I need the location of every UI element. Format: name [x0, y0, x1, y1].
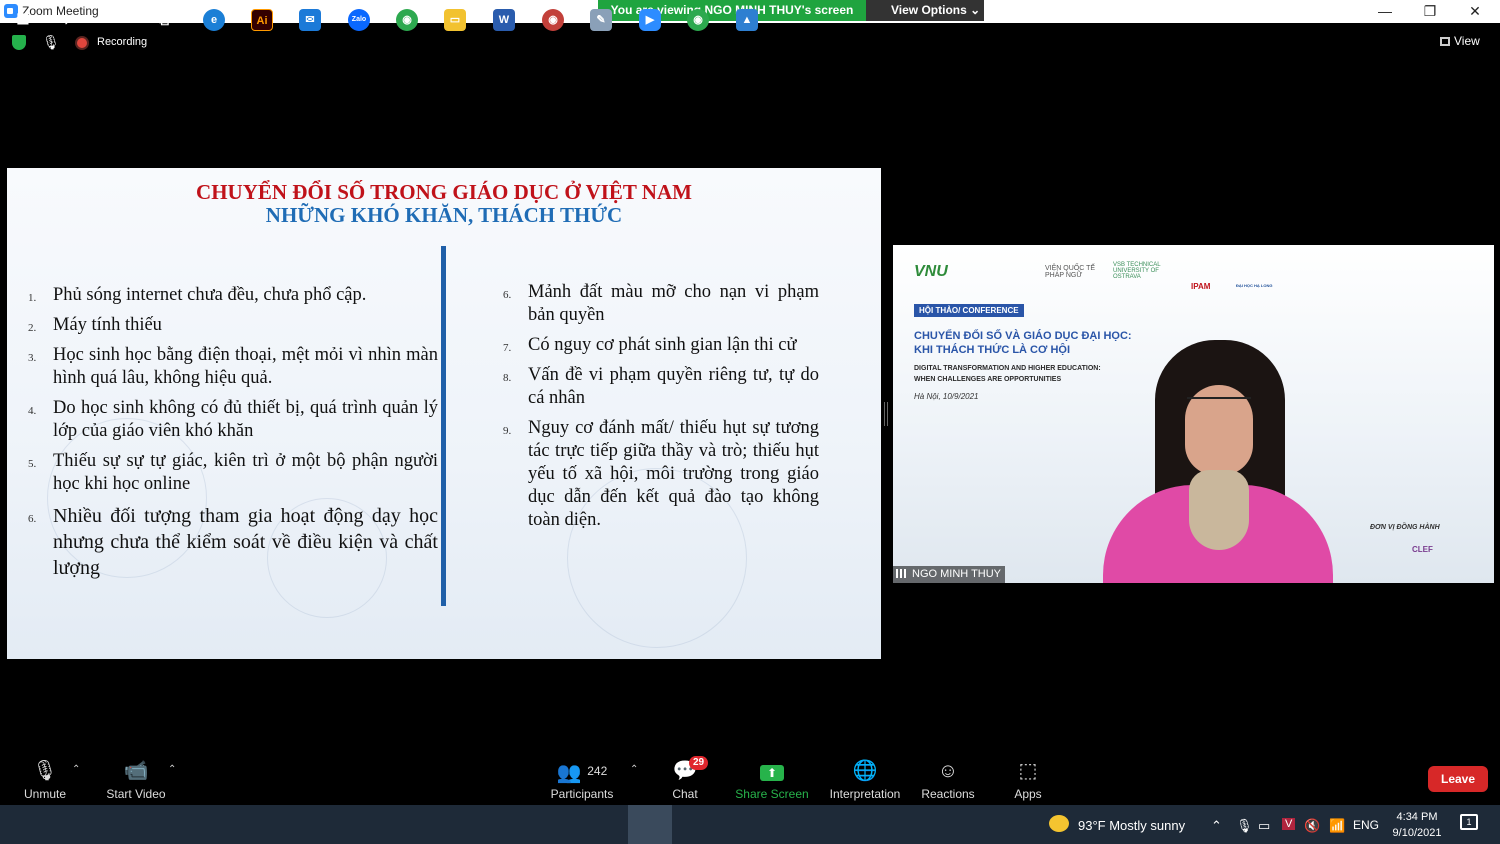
signal-bars-icon [896, 569, 908, 578]
zoom-taskbar-icon[interactable]: ▶ [639, 9, 661, 31]
audio-options-caret-icon[interactable]: ⌃ [72, 764, 80, 775]
list-item: 9. Nguy cơ đánh mất/ thiếu hụt sự tương t… [503, 418, 819, 530]
recording-dot-icon [77, 38, 87, 48]
chrome-icon[interactable]: ◉ [396, 9, 418, 31]
vsb-logo: VSB TECHNICAL UNIVERSITY OF OSTRAVA [1113, 262, 1161, 280]
photos-icon[interactable]: ▲ [736, 9, 758, 31]
word-icon[interactable]: W [493, 9, 515, 31]
panel-splitter-handle[interactable] [884, 402, 888, 426]
list-item: 2. Máy tính thiếu [28, 315, 162, 335]
speaker-scarf [1189, 470, 1249, 550]
vietkey-icon[interactable]: V [1282, 818, 1296, 830]
video-options-caret-icon[interactable]: ⌃ [168, 764, 176, 775]
list-item: 1. Phủ sóng internet chưa đều, chưa phổ c… [28, 285, 367, 305]
zalo-icon[interactable]: Zalo [348, 9, 370, 31]
view-label: View [1454, 34, 1480, 48]
vien-quoc-te-logo: VIỆN QUỐC TẾ PHÁP NGỮ [1045, 265, 1096, 279]
list-item: 7. Có nguy cơ phát sinh gian lận thi cử [503, 335, 797, 355]
list-item: 8. Vấn đề vi phạm quyền riêng tư, tự do c… [503, 365, 819, 408]
right-list: 6. Mảnh đất màu mỡ cho nạn vi phạm bản qu… [503, 281, 819, 532]
show-hidden-icons[interactable]: ⌃ [1211, 818, 1222, 834]
share-screen-icon: ⬆ [760, 765, 784, 781]
list-item: 6. Mảnh đất màu mỡ cho nạn vi phạm bản qu… [503, 282, 819, 325]
speaker-muted-icon[interactable]: 🔇 [1304, 818, 1320, 834]
taskbar-clock[interactable]: 4:34 PM 9/10/2021 [1386, 809, 1448, 841]
apps-icon: ⬚ [1018, 760, 1038, 782]
vnu-logo: VNU [914, 263, 948, 280]
speaker-video-tile[interactable]: VNU VIỆN QUỐC TẾ PHÁP NGỮ VSB TECHNICAL … [893, 245, 1494, 583]
conference-date: Hà Nội, 10/9/2021 [914, 392, 979, 401]
participants-options-caret-icon[interactable]: ⌃ [630, 764, 638, 775]
left-list: 1. Phủ sóng internet chưa đều, chưa phổ c… [28, 284, 438, 581]
list-item: 3. Học sinh học bằng điện thoại, mệt mỏi … [28, 345, 438, 388]
speaker-name-tag: NGO MINH THUY [893, 566, 1006, 583]
recording-label: Recording [97, 36, 148, 48]
list-item: 4. Do học sinh không có đủ thiết bị, quá … [28, 398, 438, 441]
close-button[interactable]: ✕ [1452, 1, 1498, 21]
partner-label: ĐƠN VỊ ĐỒNG HÀNH [1370, 524, 1440, 531]
ha-long-logo: ĐẠI HỌC HẠ LONG [1236, 283, 1273, 288]
muted-mic-icon: 🎙 [32, 760, 58, 782]
reactions-button[interactable]: ☺ Reactions [920, 758, 976, 801]
interpretation-button[interactable]: 🌐 Interpretation [826, 758, 904, 801]
slide-title-line1: CHUYỂN ĐỔI SỐ TRONG GIÁO DỤC Ở VIỆT NAM [196, 180, 692, 204]
paint-icon[interactable]: ✎ [590, 9, 612, 31]
conference-title: CHUYỂN ĐỔI SỐ VÀ GIÁO DỤC ĐẠI HỌC: KHI T… [914, 330, 1132, 356]
windows-start-icon[interactable]: ⊞ [12, 9, 34, 31]
battery-icon[interactable]: ▭ [1258, 818, 1270, 834]
weather-text[interactable]: 93°F Mostly sunny [1078, 818, 1185, 833]
chat-unread-badge: 29 [689, 756, 709, 770]
start-video-button[interactable]: 📹 Start Video [104, 758, 168, 801]
list-item: 5. Thiếu sự sự tự giác, kiên trì ở một bộ… [28, 451, 438, 494]
task-view-icon[interactable]: ⧉ [153, 9, 175, 31]
speaker-glasses [1187, 397, 1251, 413]
view-options-button[interactable]: View Options ⌄ [866, 0, 984, 21]
slide-title: CHUYỂN ĐỔI SỐ TRONG GIÁO DỤC Ở VIỆT NAM … [7, 181, 881, 227]
minimize-button[interactable]: — [1362, 1, 1408, 21]
smiley-icon: ☺ [937, 760, 959, 782]
file-explorer-icon[interactable]: ▭ [444, 9, 466, 31]
edge-icon[interactable]: e [203, 9, 225, 31]
list-item: 6. Nhiều đối tượng tham gia hoạt động dạy… [28, 505, 438, 579]
encryption-shield-icon[interactable] [12, 35, 26, 50]
weather-icon[interactable] [1049, 815, 1069, 832]
unmute-button[interactable]: 🎙 Unmute [18, 758, 72, 801]
illustrator-icon[interactable]: Ai [251, 9, 273, 31]
clef-logo: CLEF [1412, 545, 1433, 554]
taskbar-active-indicator [628, 805, 672, 844]
slide-divider [441, 246, 446, 606]
globe-icon: 🌐 [852, 760, 878, 782]
mail-icon[interactable]: ✉ [299, 9, 321, 31]
chrome-icon-2[interactable]: ◉ [687, 9, 709, 31]
tray-mic-icon[interactable]: 🎙 [1236, 818, 1253, 834]
apps-button[interactable]: ⬚ Apps [1008, 758, 1048, 801]
participants-button[interactable]: 👥 242 Participants [548, 758, 616, 801]
chrome-profile-icon[interactable]: ◉ [542, 9, 564, 31]
wifi-icon[interactable]: 📶 [1329, 818, 1345, 834]
view-layout-button[interactable]: View [1440, 31, 1492, 51]
shared-screen-slide: CHUYỂN ĐỔI SỐ TRONG GIÁO DỤC Ở VIỆT NAM … [7, 168, 881, 659]
maximize-button[interactable]: ❐ [1407, 1, 1453, 21]
grid-icon [1440, 37, 1450, 46]
participants-count: 242 [587, 764, 608, 778]
search-icon[interactable]: ⌕ [59, 9, 81, 31]
video-off-icon: 📹 [123, 760, 149, 782]
windows-taskbar [0, 805, 1500, 844]
ipam-logo: IPAM [1191, 282, 1211, 291]
notification-center-icon[interactable]: 1 [1460, 814, 1478, 830]
cortana-icon[interactable]: ○ [106, 9, 128, 31]
language-indicator[interactable]: ENG [1353, 818, 1379, 832]
leave-button[interactable]: Leave [1428, 766, 1488, 792]
slide-title-line2: NHỮNG KHÓ KHĂN, THÁCH THỨC [265, 203, 623, 227]
conference-badge: HỘI THẢO/ CONFERENCE [914, 304, 1024, 317]
conference-subtitle: DIGITAL TRANSFORMATION AND HIGHER EDUCAT… [914, 365, 1101, 383]
mic-status-icon: 🎙 [42, 34, 60, 50]
participants-icon: 👥 242 [556, 762, 608, 784]
share-screen-button[interactable]: ⬆ Share Screen [734, 758, 810, 801]
